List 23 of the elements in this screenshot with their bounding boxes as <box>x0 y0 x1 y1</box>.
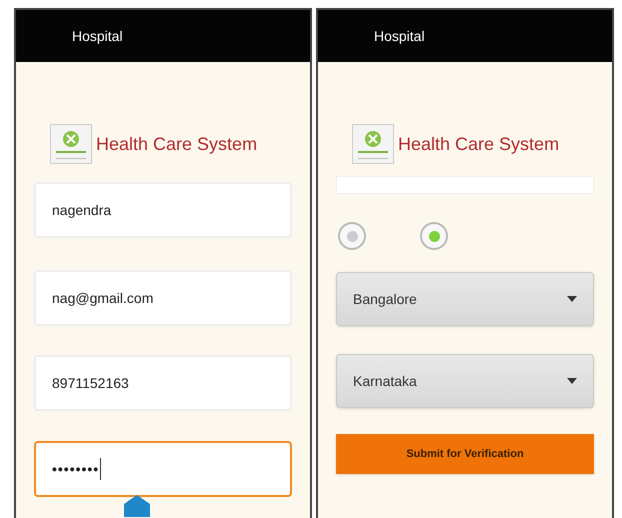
app-name: Health Care System <box>96 132 258 156</box>
radio-button[interactable] <box>338 222 366 250</box>
app-title: Hospital <box>374 26 425 46</box>
logo-icon <box>50 124 92 164</box>
field-value: nag@gmail.com <box>52 288 154 308</box>
input-field[interactable]: nag@gmail.com <box>34 270 292 326</box>
cursor-handle-icon <box>124 495 150 517</box>
field-value: 8971152163 <box>52 374 129 392</box>
text-cursor <box>100 458 102 480</box>
dropdown[interactable]: Bangalore <box>336 272 594 326</box>
logo-icon <box>352 124 394 164</box>
dropdown[interactable]: Karnataka <box>336 354 594 408</box>
app-name: Health Care System <box>398 132 560 156</box>
input-field[interactable]: 8971152163 <box>34 355 292 411</box>
input-field[interactable]: •••••••• <box>34 441 292 497</box>
caret-icon <box>567 378 577 384</box>
app-title: Hospital <box>72 26 123 46</box>
submit-button[interactable]: Submit for Verification <box>336 434 594 474</box>
caret-icon <box>567 296 577 302</box>
radio-button[interactable] <box>420 222 448 250</box>
field-value: nagendra <box>52 200 112 220</box>
input-field[interactable]: nagendra <box>34 182 292 238</box>
field-value: •••••••• <box>52 460 100 478</box>
